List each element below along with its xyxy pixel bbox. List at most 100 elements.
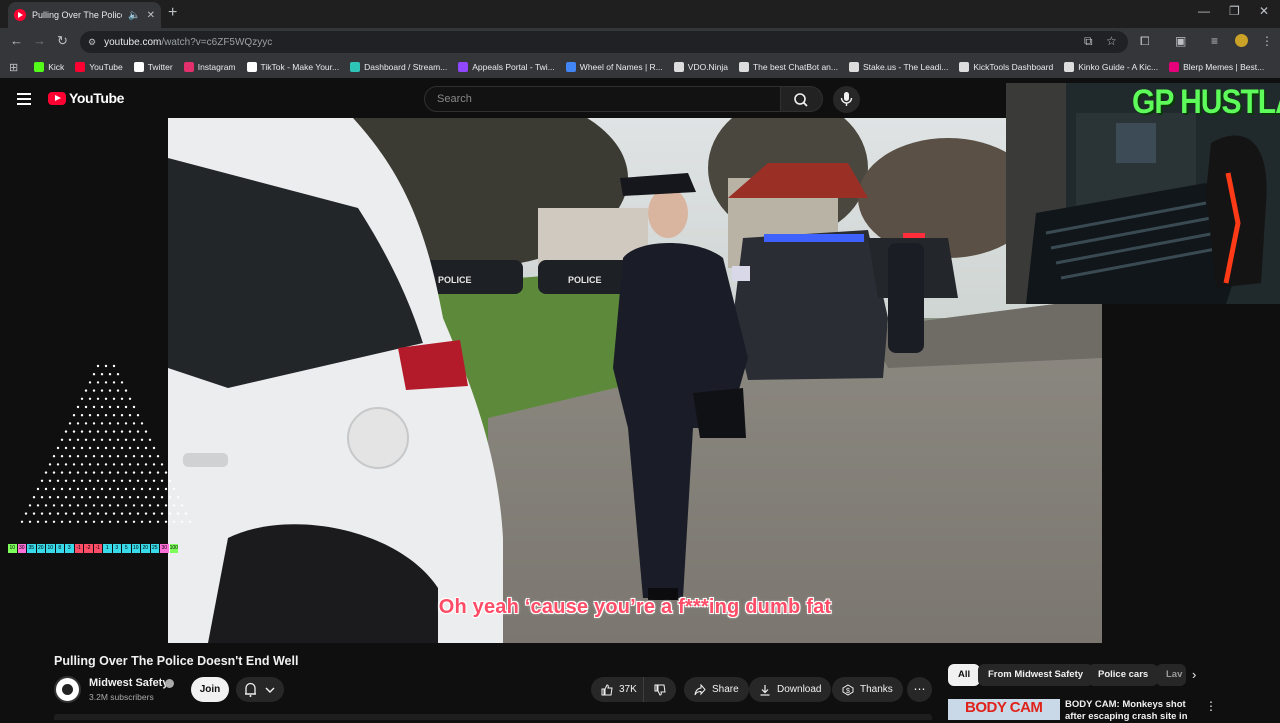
bookmark-label: Kinko Guide - A Kic... [1078,62,1159,72]
bookmark-label: Wheel of Names | R... [579,62,663,72]
apps-grid-icon[interactable]: ⊞ [9,61,18,74]
bookmark-label: Appeals Portal - Twi... [472,62,555,72]
bookmarks-bar: ⊞ Kick YouTube Twitter Instagram TikTok - Ma… [0,56,1280,78]
bookmark-label: Twitter [147,62,173,72]
chevron-right-icon[interactable]: › [1192,667,1196,682]
visualizer-bar-label: 30 [17,544,26,553]
bookmark-star-icon[interactable]: ☆ [1106,34,1117,48]
bookmark-item[interactable]: Appeals Portal - Twi... [458,62,555,72]
bookmark-favicon-icon [458,62,469,72]
bookmark-label: KickTools Dashboard [973,62,1054,72]
recommended-menu-icon[interactable]: ⋮ [1205,699,1217,713]
cast-icon[interactable]: ▣ [1175,34,1186,48]
new-tab-button[interactable]: + [168,4,177,22]
download-button[interactable]: Download [749,677,832,702]
more-actions-icon[interactable]: ⋯ [907,677,932,702]
channel-name[interactable]: Midwest Safety [89,677,168,689]
browser-menu-icon[interactable]: ⋮ [1261,34,1273,48]
visualizer-bar-label: -1 [74,544,83,553]
visualizer-bar-label: 20 [36,544,45,553]
chevron-down-icon [265,687,275,693]
bookmark-favicon-icon [673,62,684,72]
close-window-icon[interactable]: ✕ [1259,4,1269,18]
close-tab-icon[interactable]: ✕ [147,10,155,21]
share-button[interactable]: Share [684,677,749,702]
bookmark-item[interactable]: TikTok - Make Your... [246,62,339,72]
search-button[interactable] [781,86,823,112]
recommended-title[interactable]: BODY CAM: Monkeys shot after escaping cr… [1065,699,1205,723]
bookmark-label: YouTube [89,62,123,72]
visualizer-bar-label: 10 [46,544,55,553]
back-icon[interactable]: ← [10,33,23,48]
address-bar-row: ← → ↻ ⚙ youtube.com/watch?v=c6ZF5WQzyyc … [0,28,1280,56]
visualizer-bar-row: 10 30 35 20 10 8 3 -1 -2 -1 1 3 5 10 20 25 30 100 [8,544,178,553]
reload-icon[interactable]: ↻ [57,33,68,49]
microphone-icon [840,92,853,106]
search-input[interactable]: Search [424,86,781,112]
omnibox[interactable]: ⚙ youtube.com/watch?v=c6ZF5WQzyyc [80,31,1128,53]
thumbs-down-icon [654,684,666,696]
thumbnail-text: BODY CAM [965,699,1043,716]
browser-tab[interactable]: Pulling Over The Police Doe 🔈 ✕ [8,2,161,28]
join-button[interactable]: Join [191,677,229,702]
visualizer-bar-label: 25 [150,544,159,553]
bookmark-label: The best ChatBot an... [752,62,838,72]
minimize-icon[interactable]: — [1198,4,1210,18]
video-player[interactable]: POLICE POLICE Oh yeah ‘cause you’re a f*… [168,118,1102,643]
audio-visualizer-dots [20,364,192,523]
extensions-icon[interactable]: ⧠ [1140,34,1150,49]
bookmark-item[interactable]: Wheel of Names | R... [565,62,663,72]
url-path: /watch?v=c6ZF5WQzyyc [161,36,273,48]
bookmark-item[interactable]: VDO.Ninja [673,62,728,72]
media-controls-icon[interactable]: ≡ [1211,34,1218,48]
bookmark-item[interactable]: Twitter [133,62,173,72]
bookmark-item[interactable]: Kinko Guide - A Kic... [1064,62,1158,72]
share-label: Share [712,684,739,695]
svg-text:$: $ [846,688,850,695]
like-button[interactable]: 37K [591,677,645,702]
bookmark-favicon-icon [1169,62,1180,72]
recommended-thumbnail[interactable]: BODY CAM [948,699,1060,720]
forward-icon[interactable]: → [33,33,46,48]
chip-all[interactable]: All [948,664,981,686]
share-icon [694,683,706,695]
bookmark-item[interactable]: Dashboard / Stream... [350,62,447,72]
bookmark-favicon-icon [133,62,144,72]
channel-avatar[interactable] [54,676,81,703]
notification-bell-button[interactable] [236,677,284,702]
download-icon [760,684,770,696]
visualizer-bar-label: 100 [169,544,178,553]
dislike-button[interactable] [643,677,676,702]
svg-text:POLICE: POLICE [568,275,602,285]
url-host: youtube.com [104,36,162,48]
youtube-favicon-icon [14,9,26,21]
chip-police-cars[interactable]: Police cars [1088,664,1159,686]
youtube-logo[interactable]: YouTube [48,90,124,106]
install-app-icon[interactable]: ⧉ [1084,34,1093,49]
bookmark-favicon-icon [75,62,86,72]
bookmark-favicon-icon [849,62,859,72]
visualizer-bar-label: 8 [55,544,64,553]
bell-icon [245,682,256,697]
restore-icon[interactable]: ❐ [1229,4,1240,18]
bookmark-item[interactable]: YouTube [75,62,123,72]
bookmark-item[interactable]: Instagram [183,62,236,72]
visualizer-bar-label: 5 [122,544,131,553]
chip-from-channel[interactable]: From Midwest Safety [978,664,1094,686]
bookmark-item[interactable]: KickTools Dashboard [959,62,1053,72]
bookmark-item[interactable]: The best ChatBot an... [738,62,838,72]
thanks-button[interactable]: $ Thanks [832,677,903,702]
bookmark-item[interactable]: Blerp Memes | Best... [1169,62,1264,72]
chip-partial[interactable]: Lav [1156,664,1186,686]
hamburger-menu-icon[interactable] [17,93,31,105]
bookmark-item[interactable]: Kick [34,62,64,72]
bookmark-label: Dashboard / Stream... [364,62,448,72]
profile-avatar[interactable] [1235,34,1248,47]
visualizer-bar-label: 20 [141,544,150,553]
streamer-webcam-overlay: GP HUSTLA [1006,83,1280,304]
thanks-label: Thanks [860,684,893,695]
speaker-icon[interactable]: 🔈 [128,10,140,21]
voice-search-button[interactable] [833,86,860,113]
site-info-icon[interactable]: ⚙ [88,37,96,48]
bookmark-item[interactable]: Stake.us - The Leadi... [849,62,948,72]
